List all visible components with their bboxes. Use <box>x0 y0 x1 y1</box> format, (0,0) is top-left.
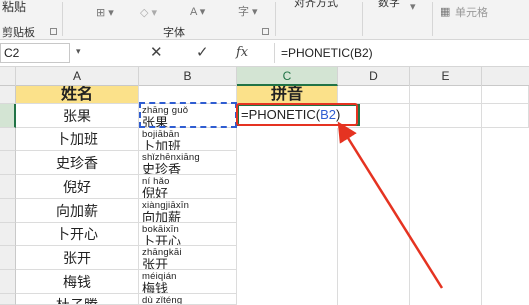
annotation-arrow-icon <box>337 121 444 289</box>
